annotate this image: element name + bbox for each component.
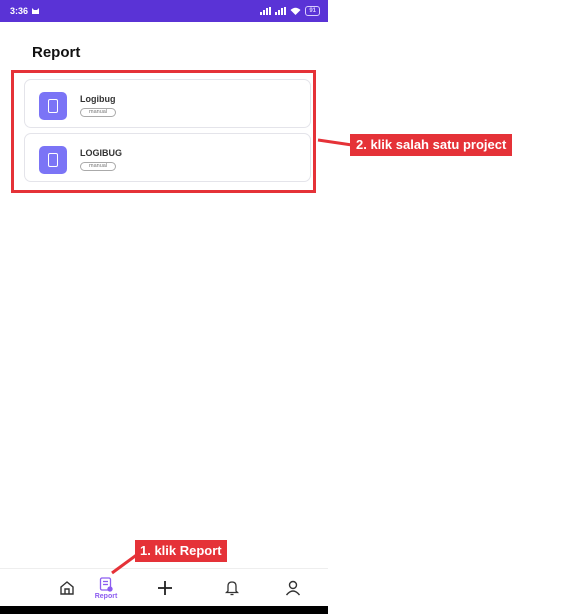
annotation-arrows: [111, 138, 353, 575]
callout-step1: 1. klik Report: [135, 540, 227, 562]
callout-step2: 2. klik salah satu project: [350, 134, 513, 156]
arrow-to-projects: [317, 138, 353, 147]
